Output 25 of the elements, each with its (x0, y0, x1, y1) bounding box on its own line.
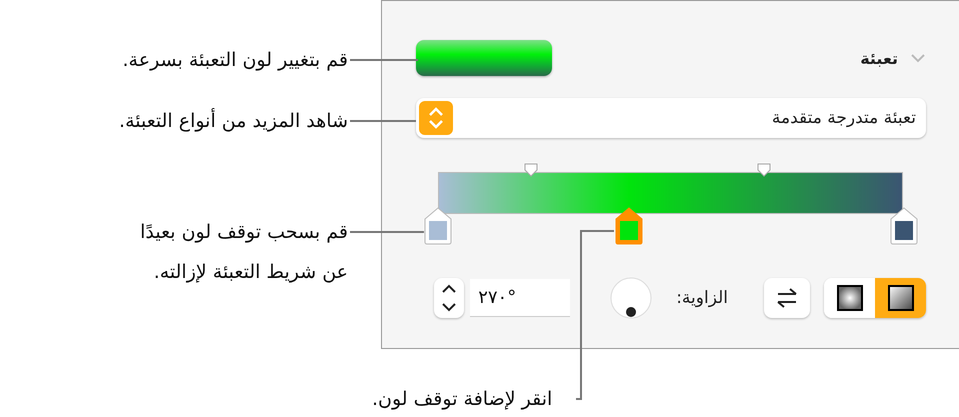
linear-gradient-icon (886, 284, 914, 312)
linear-gradient-button[interactable] (875, 278, 926, 318)
leader-line (350, 120, 416, 122)
section-title: تعبئة (860, 48, 898, 68)
fill-type-popup[interactable]: تعبئة متدرجة متقدمة (416, 98, 926, 138)
radial-gradient-button[interactable] (824, 278, 875, 318)
gradient-bar[interactable] (438, 172, 903, 214)
color-stop[interactable] (423, 207, 453, 245)
angle-dial[interactable] (610, 277, 652, 319)
callout-text: قم بسحب توقف لون بعيدًا عن شريط التعبئة لإزالته. (139, 220, 348, 285)
leader-line (350, 59, 418, 61)
angle-label: الزاوية: (676, 288, 728, 308)
midpoint-handle[interactable] (524, 163, 538, 177)
callout-text: قم بتغيير لون التعبئة بسرعة. (122, 48, 348, 73)
midpoint-handle[interactable] (757, 163, 772, 177)
radial-gradient-icon (836, 284, 864, 312)
angle-field[interactable]: ٢٧٠° (470, 279, 570, 317)
swap-button[interactable] (764, 278, 810, 318)
callout-text: شاهد المزيد من أنواع التعبئة. (119, 107, 348, 134)
stepper-icon (419, 101, 453, 135)
callout-text: انقر لإضافة توقف لون. (372, 387, 552, 412)
color-well[interactable] (416, 40, 552, 76)
swap-arrows-icon (776, 287, 798, 309)
angle-stepper[interactable] (434, 278, 464, 318)
color-stop[interactable] (889, 207, 919, 245)
